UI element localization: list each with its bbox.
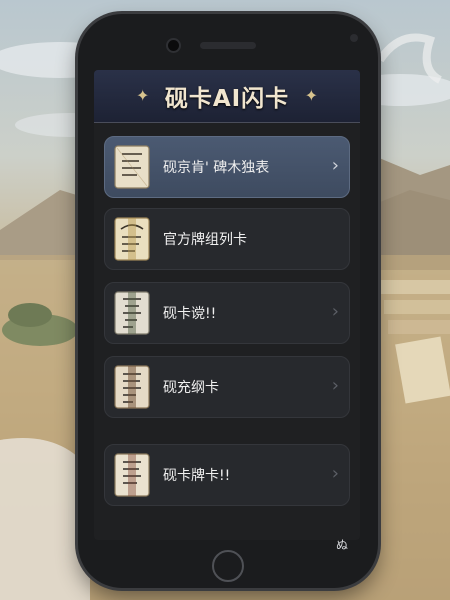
phone-device: ✦ 砚卡AI闪卡 ✦ 砚京肯' 碑木独表 › 官方牌组列卡 砚卡谠!! › 砚充… (78, 14, 378, 588)
menu-item-label: 砚卡牌卡!! (163, 468, 231, 484)
menu-item-2[interactable]: 官方牌组列卡 (104, 208, 350, 270)
menu-item-4[interactable]: 砚充纲卡 › (104, 356, 350, 418)
home-button[interactable] (212, 550, 244, 582)
menu-item-1[interactable]: 砚京肯' 碑木独表 › (104, 136, 350, 198)
scroll-card-icon (114, 291, 150, 335)
corner-mark: ぬ (336, 538, 349, 552)
app-screen: ✦ 砚卡AI闪卡 ✦ 砚京肯' 碑木独表 › 官方牌组列卡 砚卡谠!! › 砚充… (94, 70, 360, 540)
scroll-card-icon (114, 365, 150, 409)
star-icon: ✦ (304, 86, 318, 105)
app-title: 砚卡AI闪卡 (164, 86, 290, 112)
menu-item-label: 砚充纲卡 (163, 380, 219, 396)
menu-item-label: 砚京肯' 碑木独表 (163, 160, 270, 176)
scroll-card-icon (114, 145, 150, 189)
menu-item-label: 砚卡谠!! (163, 306, 217, 322)
menu-item-label: 官方牌组列卡 (163, 232, 247, 248)
scroll-card-icon (114, 217, 150, 261)
star-icon: ✦ (136, 86, 150, 105)
chevron-right-icon: › (331, 301, 339, 322)
chevron-right-icon: › (331, 375, 339, 396)
camera-icon (168, 40, 179, 51)
scroll-card-icon (114, 453, 150, 497)
app-header: ✦ 砚卡AI闪卡 ✦ (94, 70, 360, 123)
menu-item-3[interactable]: 砚卡谠!! › (104, 282, 350, 344)
chevron-right-icon: › (331, 155, 339, 176)
sensor-dot (350, 34, 358, 42)
chevron-right-icon: › (331, 463, 339, 484)
menu-item-5[interactable]: 砚卡牌卡!! › (104, 444, 350, 506)
speaker-grille (200, 42, 256, 49)
